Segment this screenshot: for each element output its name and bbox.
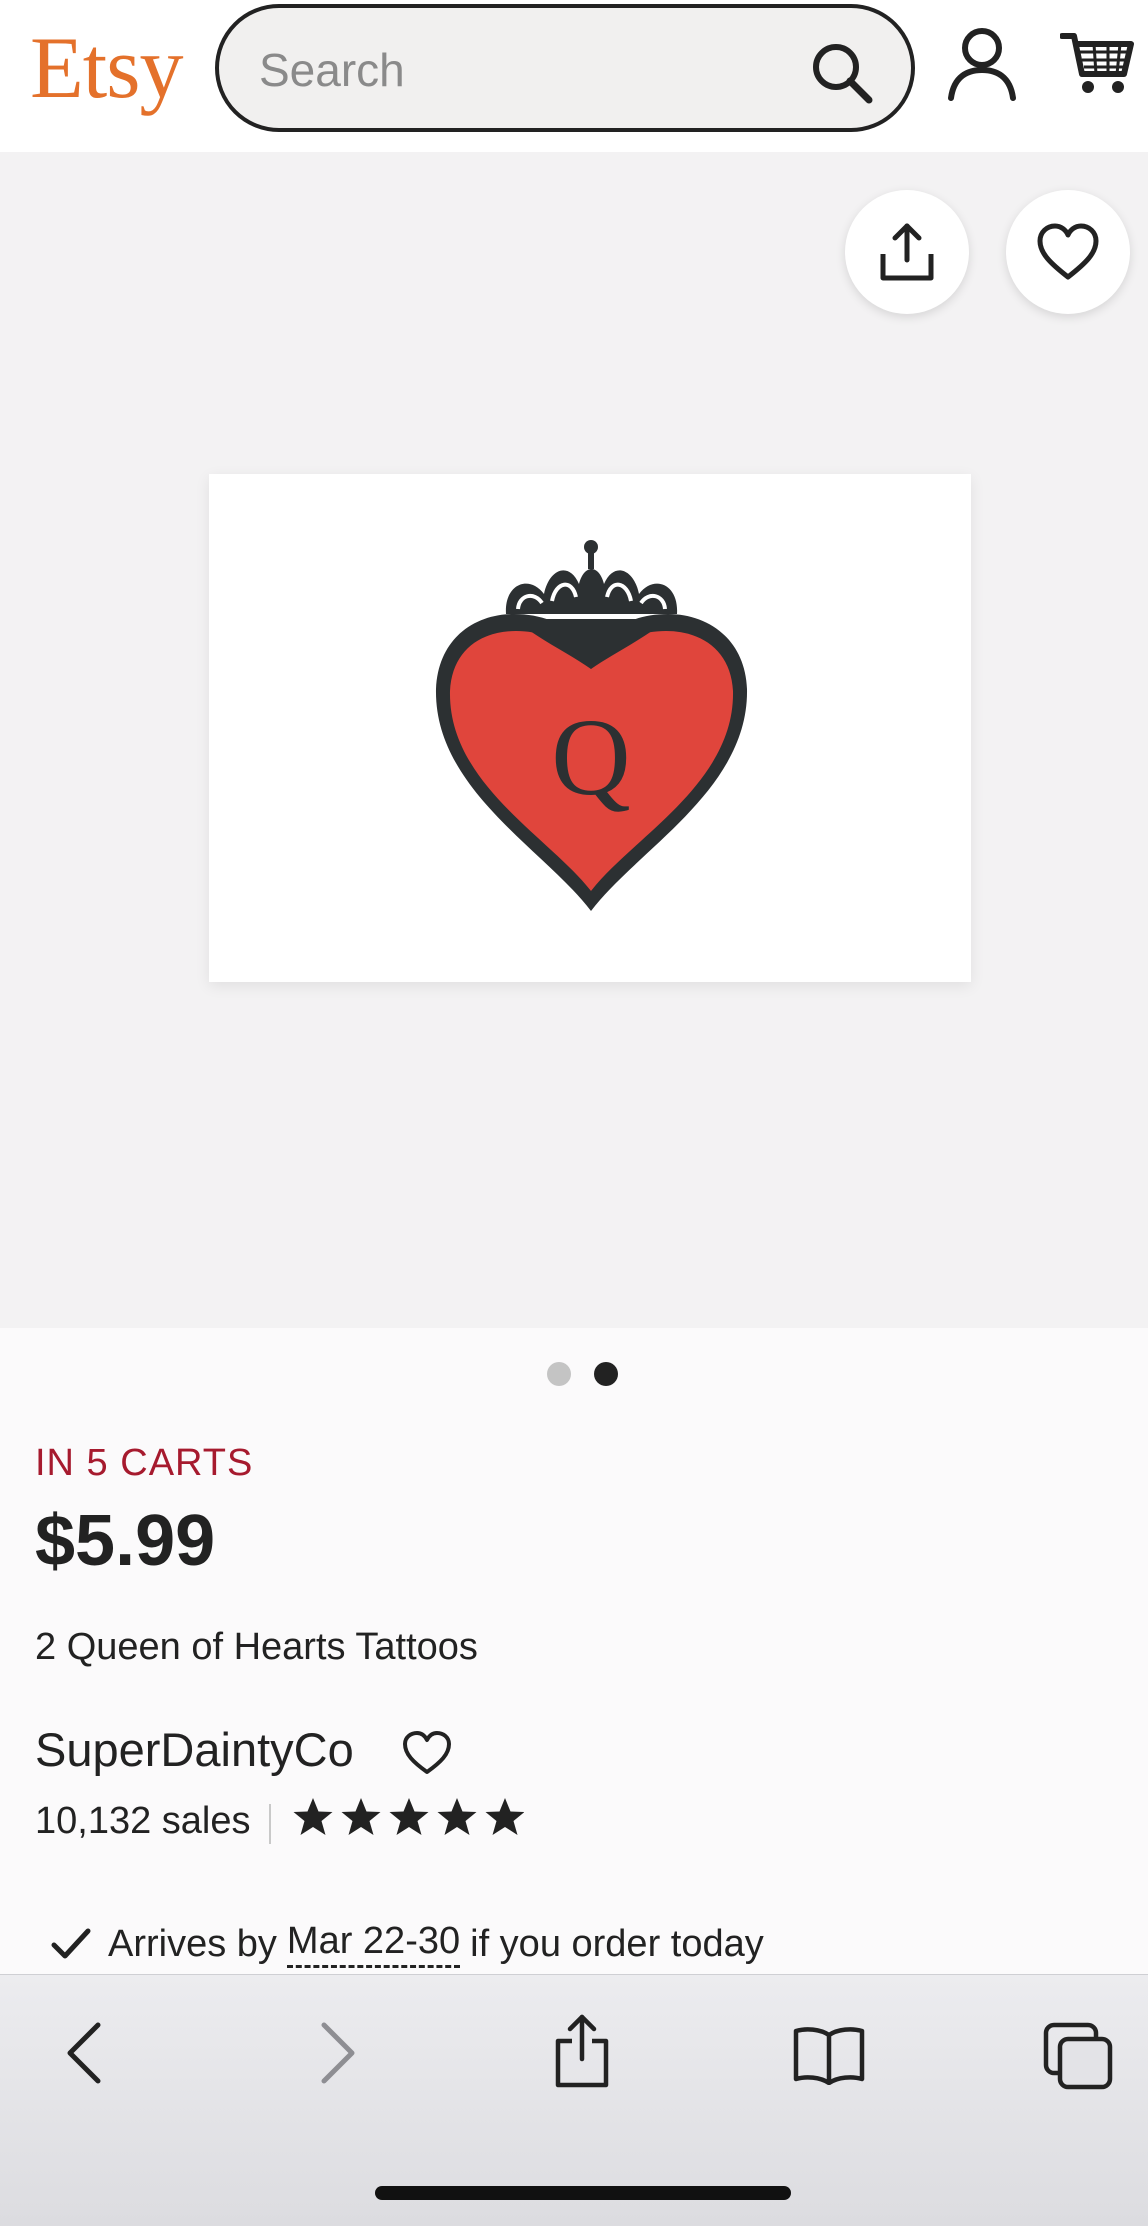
user-icon[interactable] [946, 26, 1018, 102]
delivery-estimate: Arrives by Mar 22-30 if you order today [50, 1916, 764, 1972]
share-button[interactable] [845, 190, 969, 314]
star-icon [293, 1798, 333, 1835]
chevron-left-icon[interactable] [60, 2021, 110, 2085]
home-indicator[interactable] [375, 2186, 791, 2200]
image-letter: Q [551, 696, 630, 818]
arrival-date-link[interactable]: Mar 22-30 [286, 1920, 461, 1968]
chevron-right-icon[interactable] [312, 2021, 362, 2085]
image-gallery[interactable]: Q [0, 152, 1148, 1328]
listing-title: 2 Queen of Hearts Tattoos [35, 1626, 478, 1668]
shop-sales-count: 10,132 sales [35, 1800, 251, 1842]
cart-icon[interactable] [1060, 30, 1134, 96]
shop-name-link[interactable]: SuperDaintyCo [35, 1722, 354, 1777]
product-image[interactable]: Q [209, 474, 971, 982]
in-carts-badge: IN 5 CARTS [35, 1442, 254, 1484]
search-input[interactable] [257, 34, 781, 106]
share-icon [880, 223, 934, 281]
check-icon [51, 1928, 91, 1959]
star-icon [341, 1798, 381, 1835]
rating-stars[interactable] [292, 1796, 524, 1842]
queen-heart-image: Q [435, 540, 748, 911]
heart-icon [1037, 223, 1099, 280]
site-header: Etsy [0, 0, 1148, 152]
arrives-prefix: Arrives by [108, 1922, 277, 1965]
search-bar[interactable] [215, 4, 915, 132]
star-icon [437, 1798, 477, 1835]
search-icon[interactable] [809, 40, 875, 106]
share-icon[interactable] [552, 2013, 612, 2089]
favorite-button[interactable] [1006, 190, 1130, 314]
image-pagination [0, 1362, 1148, 1392]
divider [269, 1804, 271, 1844]
arrives-suffix: if you order today [470, 1922, 764, 1965]
book-icon[interactable] [792, 2025, 866, 2085]
etsy-logo[interactable]: Etsy [30, 14, 183, 124]
star-icon [485, 1798, 524, 1835]
pagination-dot-2-active[interactable] [594, 1362, 618, 1386]
pagination-dot-1[interactable] [547, 1362, 571, 1386]
tabs-icon[interactable] [1042, 2021, 1114, 2091]
star-icon [389, 1798, 429, 1835]
price: $5.99 [35, 1501, 216, 1581]
follow-shop-heart-icon[interactable] [402, 1730, 452, 1776]
